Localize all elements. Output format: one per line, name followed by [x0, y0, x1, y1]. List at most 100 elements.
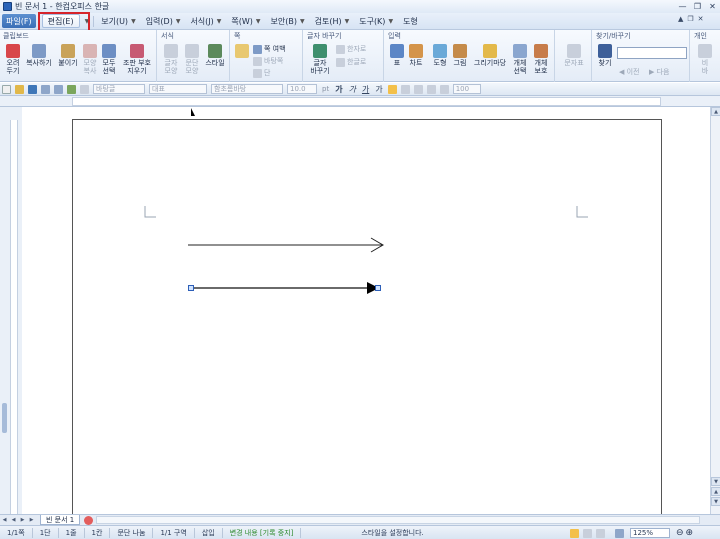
save-icon[interactable]	[28, 84, 37, 94]
object-protect-button[interactable]: 개체 보호	[531, 44, 551, 75]
line-spacing-icon[interactable]	[439, 84, 449, 94]
underline-icon[interactable]: 가	[362, 84, 369, 95]
arrow-shape-selected[interactable]	[188, 282, 381, 294]
scroll-up-icon[interactable]: ▲	[711, 107, 720, 116]
document-workspace[interactable]	[22, 107, 710, 519]
new-doc-icon[interactable]	[2, 84, 11, 94]
page-down-icon[interactable]: ▼	[711, 497, 720, 506]
change-char-button[interactable]: 글자 바꾸기	[308, 44, 332, 75]
menu-shape[interactable]: 도형	[398, 14, 423, 28]
restore-button[interactable]: ❐	[691, 1, 704, 11]
char-shape-button[interactable]: 글자 모양	[161, 44, 181, 75]
add-tab-icon[interactable]	[84, 515, 94, 525]
zoom-icon[interactable]	[615, 528, 624, 538]
align-right-icon[interactable]	[426, 84, 436, 94]
scroll-down-icon[interactable]: ▼	[711, 477, 720, 486]
lang-combo[interactable]: 대표	[149, 84, 207, 94]
format-copy-button[interactable]: 모양 복사	[81, 44, 99, 75]
doc-close-icon[interactable]: ✕	[698, 15, 704, 23]
hanja-button[interactable]: 한자로	[336, 44, 366, 54]
find-input[interactable]	[617, 47, 687, 59]
tab-prev-icon[interactable]: ◀	[10, 517, 17, 524]
page-margin-button[interactable]: 쪽 여백	[253, 44, 286, 54]
hangul-button[interactable]: 한글로	[336, 57, 366, 67]
select-all-button[interactable]: 모두 선택	[100, 44, 118, 75]
view-web-icon[interactable]	[583, 528, 592, 538]
redo-icon[interactable]	[80, 84, 89, 94]
undo-icon[interactable]	[67, 84, 76, 94]
align-center-icon[interactable]	[413, 84, 423, 94]
picture-button[interactable]: 그림	[451, 44, 469, 67]
find-button[interactable]: 찾기	[596, 44, 614, 67]
close-button[interactable]: ✕	[706, 1, 719, 11]
delete-symbol-label: 조판 부호 지우기	[123, 59, 151, 75]
style-combo[interactable]: 바탕글	[93, 84, 145, 94]
view-normal-icon[interactable]	[570, 528, 579, 538]
find-next-button[interactable]: ▶ 다음	[649, 67, 670, 77]
align-justify-icon[interactable]	[387, 84, 397, 94]
delete-symbol-button[interactable]: 조판 부호 지우기	[119, 44, 155, 75]
horizontal-ruler[interactable]	[0, 96, 720, 107]
zoom-in-icon[interactable]: ⊕	[686, 528, 694, 538]
menu-format[interactable]: 서식(J) ▼	[185, 14, 226, 28]
menu-page[interactable]: 쪽(W) ▼	[226, 14, 265, 28]
arrow-shape-open[interactable]	[188, 237, 384, 253]
table-button[interactable]: 표	[389, 44, 405, 67]
chart-button[interactable]: 차트	[407, 44, 425, 67]
menu-edit-dropdown[interactable]: ▼	[80, 14, 92, 28]
size-combo[interactable]: 10.0	[287, 84, 317, 94]
shape-button[interactable]: 도형	[431, 44, 449, 67]
menu-security[interactable]: 보안(B) ▼	[266, 14, 310, 28]
tab-last-icon[interactable]: ▶	[28, 517, 35, 524]
print-icon[interactable]	[41, 84, 50, 94]
column-button[interactable]: 단	[253, 68, 270, 78]
line-spacing-combo[interactable]: 100	[452, 84, 481, 94]
font-color-icon[interactable]: 가	[375, 84, 382, 95]
paste-button[interactable]: 붙이기	[56, 44, 80, 67]
menu-view[interactable]: 보기(U) ▼	[96, 14, 140, 28]
menu-file[interactable]: 파일(F)	[2, 14, 36, 28]
copy-button[interactable]: 복사하기	[24, 44, 54, 67]
side-panel-handle[interactable]	[2, 403, 7, 433]
status-track-changes[interactable]: 변경 내용 [기록 중지]	[223, 527, 302, 538]
open-folder-icon[interactable]	[15, 84, 24, 94]
minimize-button[interactable]: —	[676, 1, 689, 11]
char-table-button[interactable]: 문자표	[562, 44, 586, 67]
object-select-button[interactable]: 개체 선택	[511, 44, 529, 75]
menu-review[interactable]: 검토(H) ▼	[310, 14, 355, 28]
horizontal-scrollbar[interactable]	[96, 516, 700, 524]
ribbon-minimize-icon[interactable]: ▲	[678, 15, 683, 23]
menu-input[interactable]: 입력(D) ▼	[141, 14, 186, 28]
preview-icon[interactable]	[54, 84, 63, 94]
tab-next-icon[interactable]: ▶	[19, 517, 26, 524]
tab-first-icon[interactable]: ◀	[1, 517, 8, 524]
zoom-combo[interactable]: 125%	[630, 528, 670, 538]
align-left-icon[interactable]	[400, 84, 410, 94]
document-page[interactable]	[72, 119, 662, 519]
selection-handle-start[interactable]	[188, 285, 194, 291]
menu-edit[interactable]: 편집(E)	[41, 14, 80, 28]
cut-button[interactable]: 오려 두기	[3, 44, 23, 75]
view-outline-icon[interactable]	[596, 528, 605, 538]
drawing-market-button[interactable]: 그리기마당	[471, 44, 509, 67]
font-combo[interactable]: 함초롬바탕	[211, 84, 283, 94]
style-button[interactable]: 스타일	[203, 44, 227, 67]
vertical-scrollbar[interactable]: ▲ ▼ ▲ ▼	[710, 107, 720, 514]
bold-icon[interactable]: 가	[335, 84, 342, 95]
vertical-ruler[interactable]	[0, 107, 22, 514]
tab-document[interactable]: 빈 문서 1	[40, 515, 81, 525]
para-shape-label: 문단 모양	[185, 59, 199, 75]
para-shape-button[interactable]: 문단 모양	[182, 44, 202, 75]
status-insert[interactable]: 삽입	[195, 527, 223, 538]
clipboard-group-title: 클립보드	[3, 32, 29, 40]
italic-icon[interactable]: 가	[349, 84, 356, 95]
page-up-icon[interactable]: ▲	[711, 487, 720, 496]
background-button[interactable]: 바탕쪽	[253, 56, 283, 66]
find-prev-button[interactable]: ◀ 이전	[619, 67, 640, 77]
personal-button[interactable]: 비 바	[695, 44, 715, 75]
ribbon-restore-icon[interactable]: ❐	[687, 15, 693, 23]
menu-tools[interactable]: 도구(K) ▼	[354, 14, 398, 28]
page-icon-button[interactable]	[233, 44, 251, 59]
zoom-out-icon[interactable]: ⊖	[676, 528, 684, 538]
selection-handle-end[interactable]	[375, 285, 381, 291]
